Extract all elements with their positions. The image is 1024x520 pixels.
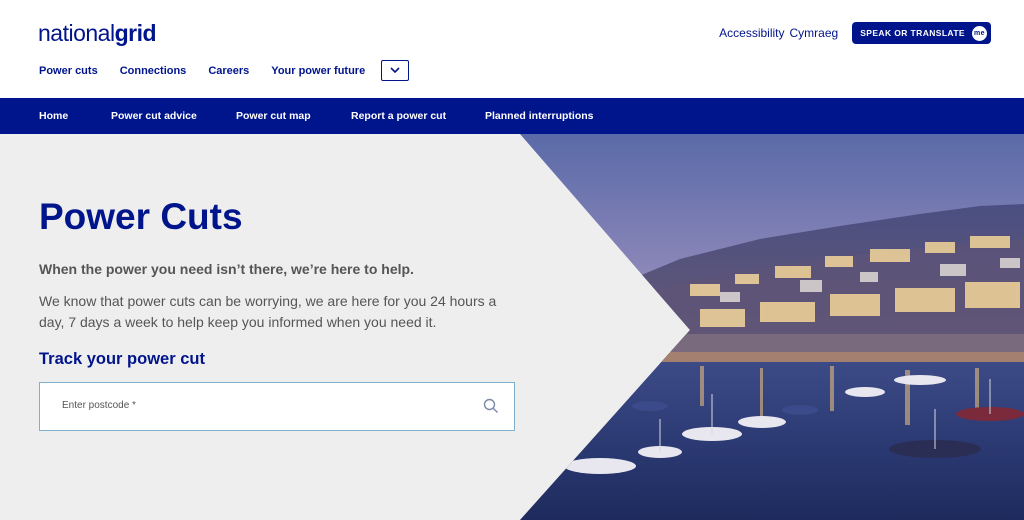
nav-item-planned-interruptions[interactable]: Planned interruptions — [485, 110, 594, 122]
subnav-item-power-cuts[interactable]: Power cuts — [39, 65, 98, 77]
subnav-item-your-power-future[interactable]: Your power future — [271, 65, 365, 77]
postcode-placeholder: Enter postcode * — [62, 400, 136, 411]
nav-item-power-cut-advice[interactable]: Power cut advice — [111, 110, 197, 122]
hero-body-text: We know that power cuts can be worrying,… — [39, 293, 497, 330]
subnav-item-careers[interactable]: Careers — [208, 65, 249, 77]
chevron-down-icon — [390, 67, 400, 74]
speech-bubble-icon: me — [972, 25, 987, 41]
nav-item-power-cut-map[interactable]: Power cut map — [236, 110, 311, 122]
nav-item-home[interactable]: Home — [39, 110, 68, 122]
speak-or-translate-button[interactable]: SPEAK OR TRANSLATE me — [852, 22, 991, 44]
primary-nav-bar: Home Power cut advice Power cut map Repo… — [0, 98, 1024, 134]
hero-lead-text: When the power you need isn’t there, we’… — [39, 261, 414, 277]
postcode-search-input[interactable]: Enter postcode * — [39, 382, 515, 431]
accessibility-link[interactable]: Accessibility — [719, 26, 784, 40]
more-menu-dropdown-button[interactable] — [381, 60, 410, 81]
speak-or-translate-label: SPEAK OR TRANSLATE — [860, 28, 965, 38]
search-icon[interactable] — [483, 398, 499, 414]
subnav-item-connections[interactable]: Connections — [120, 65, 187, 77]
logo-text-national: national — [38, 20, 115, 46]
track-power-cut-heading: Track your power cut — [39, 350, 205, 368]
page-title: Power Cuts — [39, 196, 243, 237]
logo-text-grid: grid — [114, 20, 157, 46]
national-grid-logo[interactable]: nationalgrid — [38, 20, 157, 47]
secondary-nav: Power cuts Connections Careers Your powe… — [39, 60, 410, 81]
utility-links: Accessibility Cymraeg SPEAK OR TRANSLATE… — [719, 22, 991, 44]
cymraeg-link[interactable]: Cymraeg — [790, 26, 839, 40]
nav-item-report-a-power-cut[interactable]: Report a power cut — [351, 110, 446, 122]
hero-banner: Power Cuts When the power you need isn’t… — [0, 134, 1024, 520]
